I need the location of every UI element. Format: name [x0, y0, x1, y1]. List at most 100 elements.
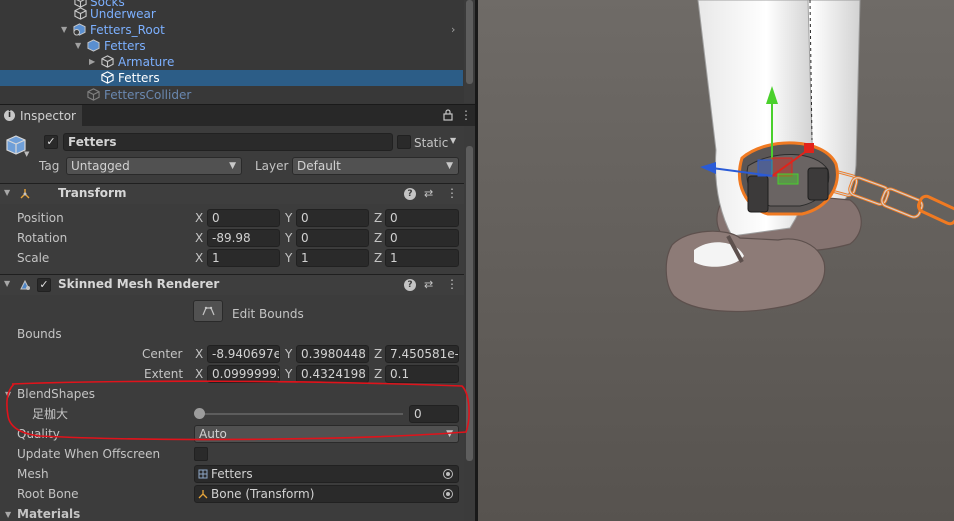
gameobject-cube-icon [87, 88, 100, 101]
prefab-root-icon [73, 23, 86, 36]
root-bone-object-field[interactable]: Bone (Transform) [194, 485, 459, 503]
gameobject-cube-icon [74, 7, 87, 20]
expand-arrow-icon[interactable]: ▼ [61, 22, 67, 38]
scale-y-field[interactable]: 1 [296, 249, 369, 267]
position-z-field[interactable]: 0 [385, 209, 459, 227]
scale-label: Scale [17, 251, 50, 265]
left-panel: Socks Underwear ▼ Fetters_Root › ▼ Fette… [0, 0, 475, 521]
chevron-right-icon[interactable]: › [451, 22, 455, 38]
axis-x-label: X [195, 251, 204, 265]
extent-y-field[interactable]: 0.4324198 [296, 365, 369, 383]
rotation-y-field[interactable]: 0 [296, 229, 369, 247]
axis-z-label: Z [374, 231, 383, 245]
kebab-menu-icon[interactable]: ⋮ [446, 186, 458, 200]
gizmo-xz-plane-icon[interactable] [777, 173, 799, 185]
foldout-arrow-icon[interactable]: ▼ [5, 390, 11, 399]
skinned-mesh-icon [20, 279, 30, 290]
center-z-field[interactable]: 7.450581e- [385, 345, 459, 363]
active-checkbox[interactable]: ✓ [44, 135, 58, 149]
hierarchy-item[interactable]: ▶ Armature [0, 54, 463, 70]
gizmo-yz-plane-icon[interactable] [757, 159, 773, 177]
transform-icon [198, 490, 208, 499]
blendshapes-label: BlendShapes [17, 387, 95, 401]
prefab-icon [87, 39, 100, 52]
layer-dropdown[interactable]: Default ▼ [292, 157, 459, 175]
edit-bounds-button[interactable] [193, 300, 223, 322]
axis-z-label: Z [374, 211, 383, 225]
static-checkbox[interactable] [397, 135, 411, 149]
center-x-field[interactable]: -8.940697e [207, 345, 280, 363]
scale-z-field[interactable]: 1 [385, 249, 459, 267]
layer-dropdown-value: Default [297, 159, 341, 173]
foldout-arrow-icon[interactable]: ▼ [4, 188, 10, 197]
tag-dropdown[interactable]: Untagged ▼ [66, 157, 242, 175]
position-y-field[interactable]: 0 [296, 209, 369, 227]
quality-dropdown[interactable]: Auto ▼ [194, 425, 459, 443]
center-y-field[interactable]: 0.3980448 [296, 345, 369, 363]
axis-z-label: Z [374, 347, 383, 361]
axis-x-label: X [195, 347, 204, 361]
axis-y-label: Y [285, 231, 293, 245]
hierarchy-item-inactive[interactable]: FettersCollider [0, 87, 463, 103]
object-picker-icon[interactable] [443, 469, 453, 479]
kebab-menu-icon[interactable]: ⋮ [460, 108, 472, 122]
axis-z-label: Z [374, 251, 383, 265]
collapse-arrow-icon[interactable]: ▶ [89, 54, 95, 70]
hierarchy-item[interactable]: ▼ Fetters_Root › [0, 22, 463, 38]
gizmo-xy-plane-icon[interactable] [771, 157, 793, 177]
help-icon[interactable]: ? [404, 279, 416, 291]
hierarchy-item-selected[interactable]: Fetters [0, 70, 463, 86]
static-dropdown-caret[interactable]: ▼ [450, 136, 456, 145]
materials-label: Materials [17, 507, 81, 521]
renderer-enabled-checkbox[interactable]: ✓ [37, 278, 51, 292]
hierarchy-item-label: Underwear [90, 7, 156, 21]
object-picker-icon[interactable] [443, 489, 453, 499]
skinned-mesh-renderer-header[interactable]: ▼ ✓ Skinned Mesh Renderer ? ⇄ ⋮ [0, 274, 464, 295]
mesh-value: Fetters [211, 467, 253, 481]
rotation-x-field[interactable]: -89.98 [207, 229, 280, 247]
tag-dropdown-value: Untagged [71, 159, 130, 173]
inspector-scrollbar-thumb[interactable] [466, 146, 473, 461]
hierarchy-item[interactable]: Underwear [0, 6, 463, 22]
extent-z-field[interactable]: 0.1 [385, 365, 459, 383]
chevron-down-icon: ▼ [229, 161, 236, 171]
kebab-menu-icon[interactable]: ⋮ [446, 277, 458, 291]
axis-x-label: X [195, 231, 204, 245]
gizmo-x-handle-icon[interactable] [804, 143, 814, 153]
scale-x-field[interactable]: 1 [207, 249, 280, 267]
center-label: Center [142, 347, 183, 361]
hierarchy-scrollbar-thumb[interactable] [466, 0, 473, 84]
rotation-z-field[interactable]: 0 [385, 229, 459, 247]
foldout-arrow-icon[interactable]: ▼ [5, 510, 11, 519]
hierarchy-item-label: Fetters [118, 71, 160, 85]
mesh-object-field[interactable]: Fetters [194, 465, 459, 483]
transform-header[interactable]: ▼ Transform ? ⇄ ⋮ [0, 183, 464, 204]
expand-arrow-icon[interactable]: ▼ [75, 38, 81, 54]
blendshape-slider-thumb[interactable] [193, 408, 205, 419]
lock-icon[interactable] [443, 109, 453, 121]
axis-y-label: Y [285, 367, 293, 381]
scene-viewport[interactable] [478, 0, 954, 521]
tab-inspector[interactable]: i Inspector [0, 105, 82, 127]
update-offscreen-label: Update When Offscreen [17, 447, 161, 461]
hierarchy-item-label: Fetters [104, 39, 146, 53]
blendshape-slider-track[interactable] [199, 413, 403, 415]
axis-y-label: Y [285, 347, 293, 361]
blendshape-value-field[interactable]: 0 [409, 405, 459, 423]
foldout-arrow-icon[interactable]: ▼ [4, 279, 10, 288]
icon-dropdown-caret[interactable]: ▼ [24, 150, 29, 158]
axis-z-label: Z [374, 367, 383, 381]
position-x-field[interactable]: 0 [207, 209, 280, 227]
update-offscreen-checkbox[interactable] [194, 447, 208, 461]
skinned-mesh-renderer-title: Skinned Mesh Renderer [58, 277, 220, 291]
hierarchy-item[interactable]: ▼ Fetters [0, 38, 463, 54]
static-label: Static [414, 136, 449, 150]
presets-icon[interactable]: ⇄ [424, 278, 433, 291]
extent-x-field[interactable]: 0.09999993 [207, 365, 280, 383]
edit-bounds-icon [202, 306, 215, 316]
help-icon[interactable]: ? [404, 188, 416, 200]
scene-view[interactable] [478, 0, 954, 521]
presets-icon[interactable]: ⇄ [424, 187, 433, 200]
object-name-field[interactable]: Fetters [63, 133, 393, 151]
hierarchy-panel: Socks Underwear ▼ Fetters_Root › ▼ Fette… [0, 0, 475, 103]
